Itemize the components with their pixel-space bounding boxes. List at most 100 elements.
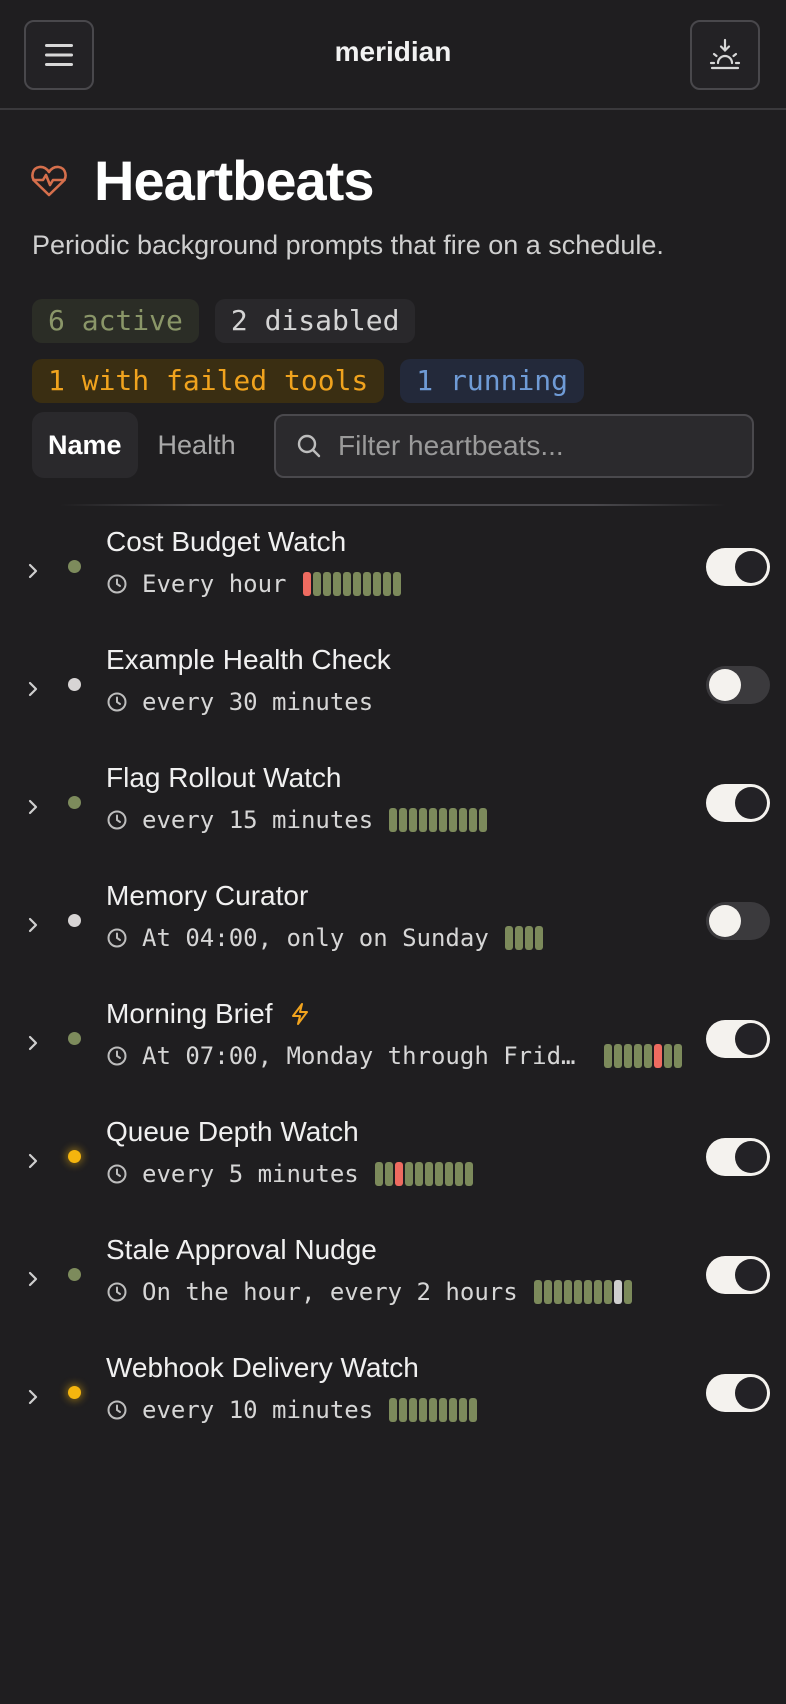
run-history-bar[interactable] [449,808,458,832]
heartbeat-row[interactable]: Morning Brief At 07:00, Monday through Fr… [0,992,786,1110]
run-history-bar[interactable] [664,1044,672,1068]
run-history-bar[interactable] [504,926,513,950]
expand-row-button[interactable] [24,680,42,698]
run-history-bar[interactable] [533,1280,542,1304]
run-history-bar[interactable] [409,808,418,832]
run-history-bar[interactable] [362,572,371,596]
run-history-bar[interactable] [524,926,533,950]
run-history-bar[interactable] [514,926,523,950]
run-history-bar[interactable] [563,1280,572,1304]
running-count-badge[interactable]: 1 running [400,359,585,403]
search-input[interactable] [336,429,740,463]
run-history-bar[interactable] [389,808,398,832]
run-history-bar[interactable] [419,1398,428,1422]
expand-row-button[interactable] [24,562,42,580]
run-history-bar[interactable] [312,572,321,596]
heartbeat-name[interactable]: Memory Curator [106,880,308,912]
run-history-bar[interactable] [352,572,361,596]
heartbeat-row[interactable]: Queue Depth Watch every 5 minutes [0,1110,786,1228]
run-history-bar[interactable] [389,1398,398,1422]
run-history-bar[interactable] [424,1162,433,1186]
run-history-bar[interactable] [583,1280,592,1304]
run-history-bar[interactable] [449,1398,458,1422]
heartbeat-name[interactable]: Stale Approval Nudge [106,1234,377,1266]
run-history-bar[interactable] [593,1280,602,1304]
heartbeat-row[interactable]: Memory Curator At 04:00, only on Sunday [0,874,786,992]
enable-toggle[interactable] [706,548,770,586]
run-history-bar[interactable] [342,572,351,596]
run-history-bar[interactable] [479,808,488,832]
run-history-bar[interactable] [534,926,543,950]
heartbeat-name[interactable]: Example Health Check [106,644,391,676]
run-history-bar[interactable] [439,1398,448,1422]
run-history-bar[interactable] [414,1162,423,1186]
run-history-bar[interactable] [553,1280,562,1304]
run-history-bar[interactable] [464,1162,473,1186]
enable-toggle[interactable] [706,784,770,822]
heartbeat-name[interactable]: Cost Budget Watch [106,526,346,558]
heartbeat-row[interactable]: Example Health Check every 30 minutes [0,638,786,756]
enable-toggle[interactable] [706,1138,770,1176]
run-history-bar[interactable] [624,1044,632,1068]
enable-toggle[interactable] [706,666,770,704]
run-history-bar[interactable] [644,1044,652,1068]
expand-row-button[interactable] [24,798,42,816]
run-history-bar[interactable] [543,1280,552,1304]
expand-row-button[interactable] [24,1388,42,1406]
run-history-bar[interactable] [459,1398,468,1422]
expand-row-button[interactable] [24,1270,42,1288]
run-history-bar[interactable] [613,1280,622,1304]
run-history-bar[interactable] [634,1044,642,1068]
run-history-bar[interactable] [604,1044,612,1068]
heartbeat-row[interactable]: Stale Approval Nudge On the hour, every 2… [0,1228,786,1346]
enable-toggle[interactable] [706,1020,770,1058]
run-history-bar[interactable] [454,1162,463,1186]
sunrise-button[interactable] [690,20,760,90]
run-history-bar[interactable] [434,1162,443,1186]
run-history-bar[interactable] [654,1044,662,1068]
run-history-bar[interactable] [409,1398,418,1422]
heartbeat-name[interactable]: Flag Rollout Watch [106,762,342,794]
run-history-bar[interactable] [399,808,408,832]
enable-toggle[interactable] [706,1256,770,1294]
run-history-bar[interactable] [469,808,478,832]
heartbeat-name[interactable]: Queue Depth Watch [106,1116,359,1148]
enable-toggle[interactable] [706,1374,770,1412]
run-history-bar[interactable] [374,1162,383,1186]
sort-health-tab[interactable]: Health [142,412,252,478]
run-history-bar[interactable] [419,808,428,832]
run-history-bar[interactable] [399,1398,408,1422]
run-history-bar[interactable] [322,572,331,596]
run-history-bar[interactable] [429,808,438,832]
run-history-bar[interactable] [614,1044,622,1068]
run-history-bar[interactable] [384,1162,393,1186]
run-history-bar[interactable] [439,808,448,832]
run-history-bar[interactable] [382,572,391,596]
run-history-bar[interactable] [404,1162,413,1186]
run-history-bar[interactable] [302,572,311,596]
expand-row-button[interactable] [24,1034,42,1052]
heartbeat-name[interactable]: Morning Brief [106,998,311,1030]
heartbeat-row[interactable]: Flag Rollout Watch every 15 minutes [0,756,786,874]
run-history-bar[interactable] [372,572,381,596]
run-history-bar[interactable] [392,572,401,596]
failed-tools-badge[interactable]: 1 with failed tools [32,359,385,403]
active-count-badge[interactable]: 6 active [32,299,199,343]
heartbeat-row[interactable]: Webhook Delivery Watch every 10 minutes [0,1346,786,1464]
heartbeat-name[interactable]: Webhook Delivery Watch [106,1352,419,1384]
enable-toggle[interactable] [706,902,770,940]
run-history-bar[interactable] [429,1398,438,1422]
run-history-bar[interactable] [444,1162,453,1186]
run-history-bar[interactable] [573,1280,582,1304]
run-history-bar[interactable] [459,808,468,832]
run-history-bar[interactable] [469,1398,478,1422]
sort-name-tab[interactable]: Name [32,412,138,478]
run-history-bar[interactable] [394,1162,403,1186]
run-history-bar[interactable] [332,572,341,596]
run-history-bar[interactable] [623,1280,632,1304]
run-history-bar[interactable] [603,1280,612,1304]
heartbeat-row[interactable]: Cost Budget Watch Every hour [0,520,786,638]
disabled-count-badge[interactable]: 2 disabled [214,299,416,343]
expand-row-button[interactable] [24,916,42,934]
run-history-bar[interactable] [674,1044,682,1068]
